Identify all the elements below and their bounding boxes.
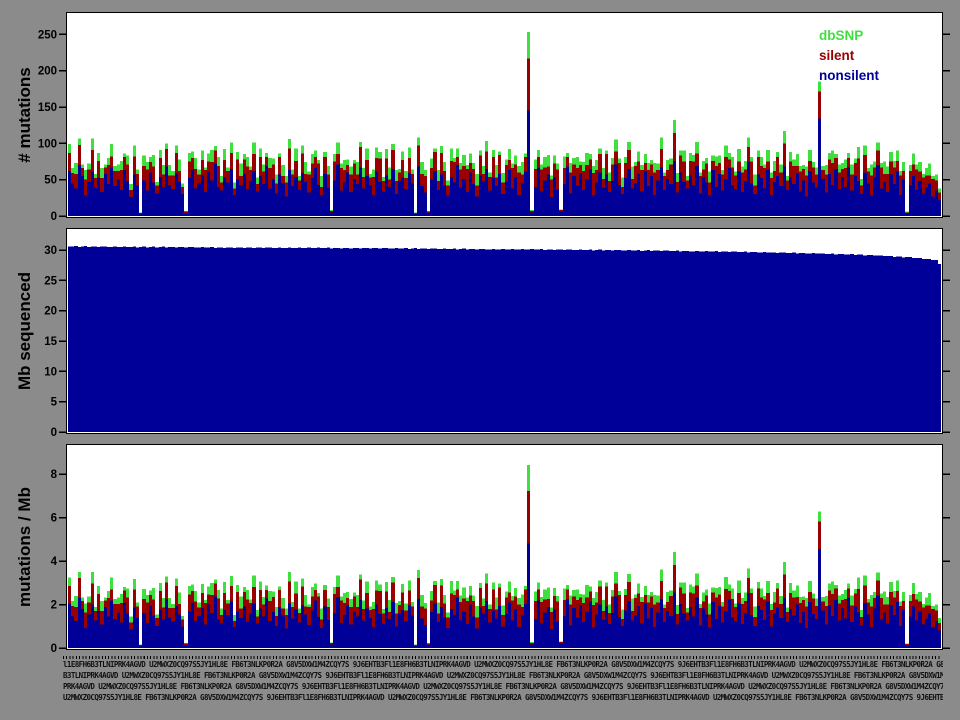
legend-item-silent: silent [819, 46, 879, 66]
svg-text:2: 2 [51, 600, 57, 612]
y-axis-label-num-mutations: # mutations [15, 5, 35, 225]
svg-text:5: 5 [51, 397, 58, 409]
y-axis-label-mutations-per-mb: mutations / Mb [15, 437, 35, 657]
panel-0: 0 50 100 150 200 250 [38, 13, 950, 224]
svg-text:250: 250 [38, 29, 57, 41]
svg-text:0: 0 [51, 211, 57, 223]
panel-1: 0 5 10 15 20 25 30 [44, 229, 950, 440]
x-axis-ticks [63, 656, 941, 659]
svg-text:4: 4 [51, 556, 58, 568]
panel-2: 0 2 4 6 8 [51, 445, 950, 656]
svg-text:200: 200 [38, 66, 57, 78]
sample-label-row-0: l1E8FH6B3TLNIPRK4AGVD U2MWXZ0CQ97S5JY1HL… [63, 660, 943, 670]
svg-text:30: 30 [44, 245, 57, 257]
svg-text:6: 6 [51, 513, 57, 525]
svg-text:25: 25 [44, 275, 57, 287]
svg-text:100: 100 [38, 138, 57, 150]
svg-text:0: 0 [51, 427, 57, 439]
svg-text:8: 8 [51, 469, 58, 481]
x-axis-sample-labels: l1E8FH6B3TLNIPRK4AGVD U2MWXZ0CQ97S5JY1HL… [63, 656, 943, 714]
svg-text:15: 15 [44, 336, 57, 348]
legend-item-dbsnp: dbSNP [819, 26, 879, 46]
legend: dbSNP silent nonsilent [819, 26, 879, 86]
svg-text:20: 20 [44, 306, 57, 318]
chart-canvas: 0 50 100 150 200 250 0 5 10 15 20 25 30 0 2 4 6 8 [0, 0, 960, 720]
y-axis-label-mb-sequenced: Mb sequenced [15, 221, 35, 441]
legend-item-nonsilent: nonsilent [819, 66, 879, 86]
sample-label-row-3: U2MWXZ0CQ97S5JY1HL8E FB6T3NLKP0R2A G8V5D… [63, 693, 943, 703]
sample-label-row-1: B3TLNIPRK4AGVD U2MWXZ0CQ97S5JY1HL8E FB6T… [63, 671, 943, 681]
sample-label-row-2: PRK4AGVD U2MWXZ0CQ97S5JY1HL8E FB6T3NLKP0… [63, 682, 943, 692]
svg-text:50: 50 [44, 175, 57, 187]
svg-text:0: 0 [51, 643, 57, 655]
figure: 0 50 100 150 200 250 0 5 10 15 20 25 30 0 2 4 6 8 # mutat… [0, 0, 960, 720]
svg-text:150: 150 [38, 102, 57, 114]
svg-text:10: 10 [44, 366, 57, 378]
